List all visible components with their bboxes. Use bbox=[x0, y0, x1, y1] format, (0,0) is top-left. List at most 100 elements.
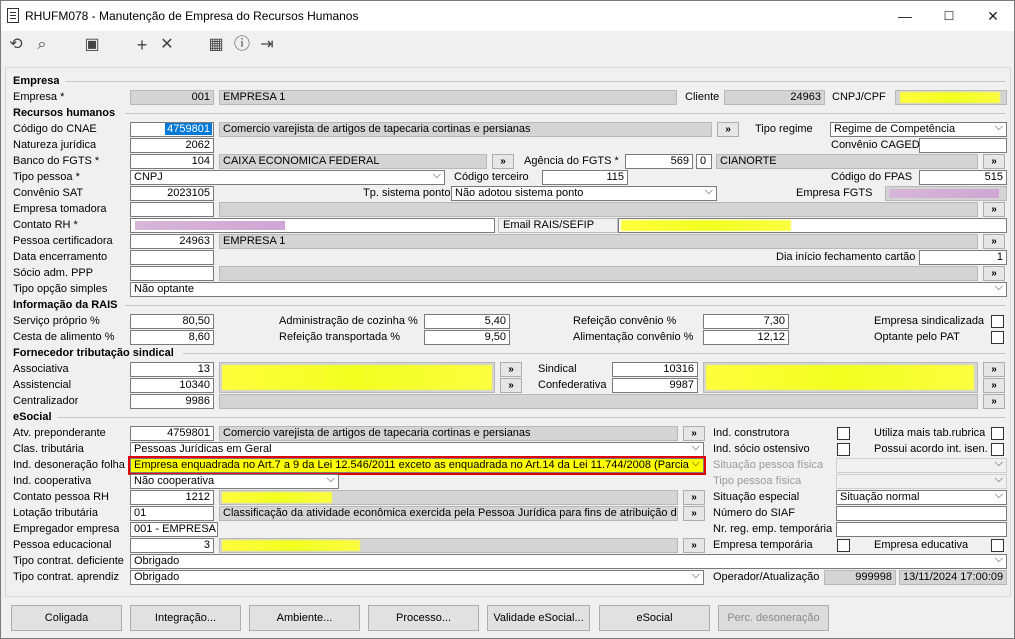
pessoa-educ-lookup-button[interactable]: » bbox=[683, 538, 705, 553]
help-icon[interactable]: ⓘ bbox=[231, 34, 253, 56]
cnae-value: 4759801 bbox=[165, 123, 212, 135]
sindicalizada-checkbox[interactable] bbox=[991, 315, 1004, 328]
centralizador-input[interactable]: 9986 bbox=[130, 394, 214, 409]
exit-icon[interactable]: ⇥ bbox=[256, 34, 278, 56]
divider bbox=[65, 81, 1005, 82]
pat-checkbox[interactable] bbox=[991, 331, 1004, 344]
codigo-fpas-input[interactable]: 515 bbox=[919, 170, 1007, 185]
aprendiz-select[interactable]: Obrigado bbox=[130, 570, 704, 585]
sindical-input[interactable]: 10316 bbox=[612, 362, 698, 377]
contato-pessoa-lookup-button[interactable]: » bbox=[683, 490, 705, 505]
clas-select[interactable]: Pessoas Jurídicas em Geral bbox=[130, 442, 704, 457]
certificadora-input[interactable]: 24963 bbox=[130, 234, 214, 249]
esocial-button[interactable]: eSocial bbox=[599, 605, 710, 631]
cooperativa-select[interactable]: Não cooperativa bbox=[130, 474, 339, 489]
delete-icon[interactable]: ✕ bbox=[156, 34, 178, 56]
close-window-button[interactable]: ✕ bbox=[971, 1, 1015, 31]
agencia-dv-input[interactable]: 0 bbox=[696, 154, 712, 169]
desoneracao-select[interactable]: Empresa enquadrada no Art.7 a 9 da Lei 1… bbox=[128, 456, 706, 475]
confederativa-lookup-button[interactable]: » bbox=[983, 378, 1005, 393]
lotacao-lookup-button[interactable]: » bbox=[683, 506, 705, 521]
deficiente-select[interactable]: Obrigado bbox=[130, 554, 1007, 569]
processo-button[interactable]: Processo... bbox=[368, 605, 479, 631]
encerramento-input[interactable] bbox=[130, 250, 214, 265]
centralizador-lookup-button[interactable]: » bbox=[983, 394, 1005, 409]
cnae-lookup-button[interactable]: » bbox=[717, 122, 739, 137]
certificadora-lookup-button[interactable]: » bbox=[983, 234, 1005, 249]
banco-input[interactable]: 104 bbox=[130, 154, 214, 169]
tomadora-lookup-button[interactable]: » bbox=[983, 202, 1005, 217]
validade-esocial-button[interactable]: Validade eSocial... bbox=[487, 605, 590, 631]
operador-field: 999998 bbox=[824, 570, 896, 585]
atv-lookup-button[interactable]: » bbox=[683, 426, 705, 441]
ind-construtora-checkbox[interactable] bbox=[837, 427, 850, 440]
socio-lookup-button[interactable]: » bbox=[983, 266, 1005, 281]
sindical-lookup-button[interactable]: » bbox=[983, 362, 1005, 377]
associativa-lookup-button[interactable]: » bbox=[500, 362, 522, 377]
email-input[interactable] bbox=[618, 218, 1007, 233]
pessoa-educ-description bbox=[219, 538, 678, 553]
natureza-input[interactable]: 2062 bbox=[130, 138, 214, 153]
calendar-icon[interactable]: ▦ bbox=[205, 34, 227, 56]
tipo-pessoa-select[interactable]: CNPJ bbox=[130, 170, 445, 185]
agencia-input[interactable]: 569 bbox=[625, 154, 693, 169]
add-icon[interactable]: + bbox=[131, 34, 153, 56]
integracao-button[interactable]: Integração... bbox=[130, 605, 241, 631]
admin-input[interactable]: 5,40 bbox=[424, 314, 510, 329]
educativa-checkbox[interactable] bbox=[991, 539, 1004, 552]
refeicao-transp-input[interactable]: 9,50 bbox=[424, 330, 510, 345]
associativa-input[interactable]: 13 bbox=[130, 362, 214, 377]
tipo-simples-select[interactable]: Não optante bbox=[130, 282, 1007, 297]
save-icon[interactable]: ▣ bbox=[81, 34, 103, 56]
temporaria-checkbox[interactable] bbox=[837, 539, 850, 552]
assistencial-lookup-button[interactable]: » bbox=[500, 378, 522, 393]
codigo-terceiro-input[interactable]: 115 bbox=[542, 170, 628, 185]
situacao-pf-label: Situação pessoa física bbox=[713, 459, 824, 471]
siaf-input[interactable] bbox=[836, 506, 1007, 521]
convenio-sat-input[interactable]: 2023105 bbox=[130, 186, 214, 201]
dia-inicio-label: Dia início fechamento cartão * bbox=[776, 251, 923, 263]
atv-input[interactable]: 4759801 bbox=[130, 426, 214, 441]
lotacao-input[interactable]: 01 bbox=[130, 506, 214, 521]
acordo-checkbox[interactable] bbox=[991, 443, 1004, 456]
empresa-label: Empresa * bbox=[13, 91, 65, 103]
contato-rh-input[interactable] bbox=[130, 218, 495, 233]
maximize-button[interactable]: ☐ bbox=[927, 1, 971, 31]
search-icon[interactable]: ⌕ bbox=[31, 34, 53, 56]
cnae-input[interactable]: 4759801 bbox=[130, 122, 214, 137]
tomadora-input[interactable] bbox=[130, 202, 214, 217]
refresh-icon[interactable]: ⟲ bbox=[5, 34, 27, 56]
convenio-caged-input[interactable] bbox=[919, 138, 1007, 153]
ambiente-button[interactable]: Ambiente... bbox=[249, 605, 360, 631]
dia-inicio-input[interactable]: 1 bbox=[919, 250, 1007, 265]
lotacao-label: Lotação tributária bbox=[13, 507, 98, 519]
assistencial-input[interactable]: 10340 bbox=[130, 378, 214, 393]
cliente-field: 24963 bbox=[724, 90, 825, 105]
section-rais: Informação da RAIS bbox=[13, 299, 118, 311]
empregador-select[interactable]: 001 - EMPRESA 1 bbox=[130, 522, 218, 537]
socio-ostensivo-checkbox[interactable] bbox=[837, 443, 850, 456]
contato-pessoa-input[interactable]: 1212 bbox=[130, 490, 214, 505]
alimentacao-input[interactable]: 12,12 bbox=[703, 330, 789, 345]
mais-tab-checkbox[interactable] bbox=[991, 427, 1004, 440]
convenio-sat-label: Convênio SAT bbox=[13, 187, 84, 199]
minimize-button[interactable]: — bbox=[883, 1, 927, 31]
atv-label: Atv. preponderante bbox=[13, 427, 106, 439]
operador-label: Operador/Atualização bbox=[713, 571, 820, 583]
situacao-esp-select[interactable]: Situação normal bbox=[836, 490, 1007, 505]
nr-reg-input[interactable] bbox=[836, 522, 1007, 537]
deficiente-label: Tipo contrat. deficiente bbox=[13, 555, 124, 567]
cesta-input[interactable]: 8,60 bbox=[130, 330, 214, 345]
coligada-button[interactable]: Coligada bbox=[11, 605, 122, 631]
servico-input[interactable]: 80,50 bbox=[130, 314, 214, 329]
agencia-lookup-button[interactable]: » bbox=[983, 154, 1005, 169]
banco-lookup-button[interactable]: » bbox=[492, 154, 514, 169]
tipo-regime-select[interactable]: Regime de Competência bbox=[830, 122, 1007, 137]
empresa-code[interactable]: 001 bbox=[130, 90, 214, 105]
refeicao-conv-input[interactable]: 7,30 bbox=[703, 314, 789, 329]
socio-input[interactable] bbox=[130, 266, 214, 281]
pessoa-educ-input[interactable]: 3 bbox=[130, 538, 214, 553]
situacao-esp-label: Situação especial bbox=[713, 491, 800, 503]
confederativa-input[interactable]: 9987 bbox=[612, 378, 698, 393]
tp-ponto-select[interactable]: Não adotou sistema ponto bbox=[451, 186, 717, 201]
